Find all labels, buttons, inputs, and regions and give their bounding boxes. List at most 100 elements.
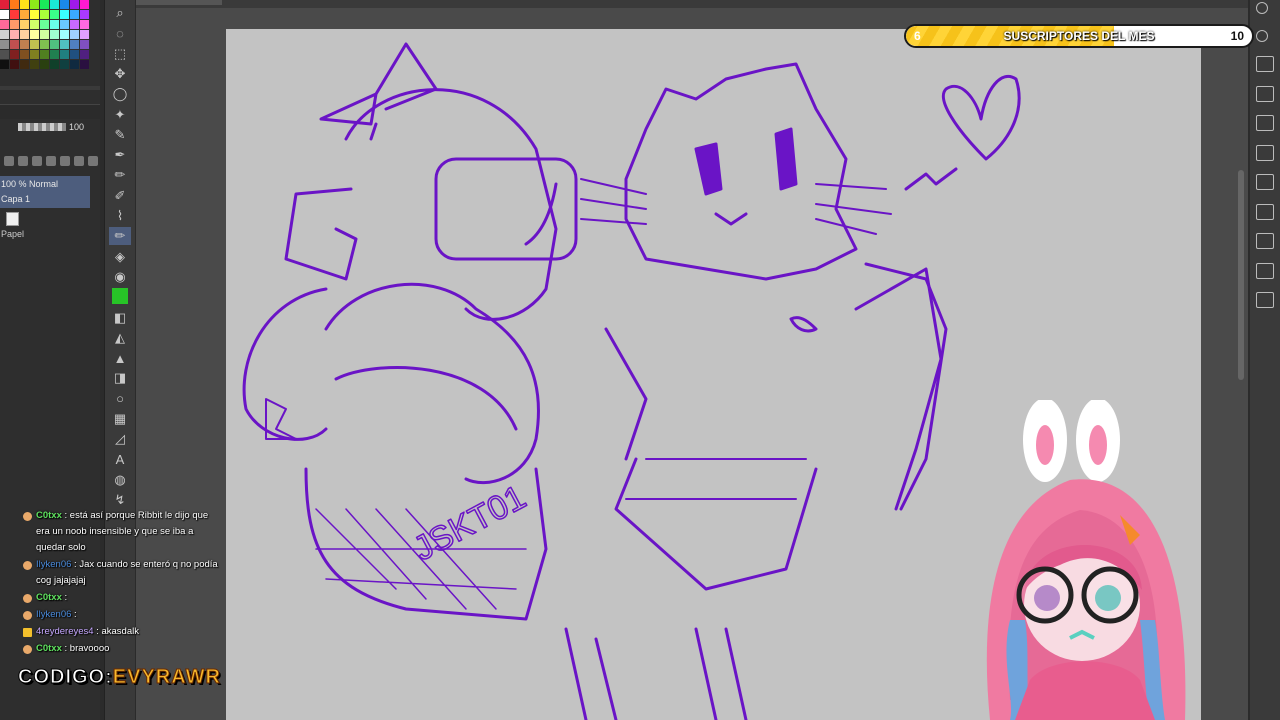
green-color-icon[interactable] bbox=[112, 288, 128, 305]
palette-swatch[interactable] bbox=[60, 40, 70, 50]
palette-swatch[interactable] bbox=[10, 50, 20, 60]
palette-swatch[interactable] bbox=[50, 50, 60, 60]
fill-icon[interactable]: ▲ bbox=[109, 349, 131, 367]
palette-swatch[interactable] bbox=[80, 50, 90, 60]
palette-swatch[interactable] bbox=[70, 20, 80, 30]
new-folder-icon[interactable] bbox=[18, 156, 28, 166]
magic-wand-icon[interactable]: ✦ bbox=[109, 106, 131, 124]
palette-swatch[interactable] bbox=[30, 10, 40, 20]
palette-swatch[interactable] bbox=[0, 60, 10, 70]
fit-icon[interactable] bbox=[1256, 85, 1274, 102]
palette-swatch[interactable] bbox=[50, 30, 60, 40]
navigator-icon[interactable] bbox=[1256, 144, 1274, 161]
palette-swatch[interactable] bbox=[20, 20, 30, 30]
stamp-icon[interactable]: ◉ bbox=[109, 268, 131, 286]
palette-swatch[interactable] bbox=[70, 10, 80, 20]
palette-swatch[interactable] bbox=[20, 10, 30, 20]
palette-swatch[interactable] bbox=[30, 20, 40, 30]
layer-item-capa-1[interactable]: 100 % Normal Capa 1 bbox=[0, 176, 90, 208]
delete-layer-icon[interactable] bbox=[88, 156, 98, 166]
brush-icon[interactable]: ✐ bbox=[109, 187, 131, 205]
palette-swatch[interactable] bbox=[50, 20, 60, 30]
palette-swatch[interactable] bbox=[0, 40, 10, 50]
palette-swatch[interactable] bbox=[40, 0, 50, 10]
palette-swatch[interactable] bbox=[80, 10, 90, 20]
palette-swatch[interactable] bbox=[40, 30, 50, 40]
palette-swatch[interactable] bbox=[70, 40, 80, 50]
export-icon[interactable] bbox=[1256, 233, 1274, 249]
merge-icon[interactable] bbox=[46, 156, 56, 166]
zoom-icon[interactable]: ⌕ bbox=[109, 4, 131, 22]
history-icon[interactable] bbox=[1256, 203, 1274, 220]
correct-line-icon[interactable]: ↯ bbox=[109, 491, 131, 509]
sub-view-icon[interactable] bbox=[1256, 174, 1274, 190]
palette-swatch[interactable] bbox=[60, 20, 70, 30]
palette-swatch[interactable] bbox=[10, 0, 20, 10]
palette-swatch[interactable] bbox=[10, 40, 20, 50]
palette-swatch[interactable] bbox=[70, 60, 80, 70]
palette-swatch[interactable] bbox=[0, 30, 10, 40]
text-icon[interactable]: A bbox=[109, 451, 131, 469]
visibility-icon[interactable] bbox=[74, 156, 84, 166]
ruler-icon[interactable]: ◿ bbox=[109, 430, 131, 448]
document-tab[interactable] bbox=[136, 0, 222, 5]
move-layer-icon[interactable]: ⬚ bbox=[109, 45, 131, 63]
palette-swatch[interactable] bbox=[60, 0, 70, 10]
palette-swatch[interactable] bbox=[50, 0, 60, 10]
palette-swatch[interactable] bbox=[70, 50, 80, 60]
zoom-in-icon[interactable] bbox=[1256, 30, 1268, 42]
palette-swatch[interactable] bbox=[20, 50, 30, 60]
palette-swatch[interactable] bbox=[40, 40, 50, 50]
duplicate-icon[interactable] bbox=[60, 156, 70, 166]
palette-swatch[interactable] bbox=[30, 50, 40, 60]
palette-swatch[interactable] bbox=[60, 60, 70, 70]
palette-swatch[interactable] bbox=[80, 30, 90, 40]
palette-swatch[interactable] bbox=[40, 20, 50, 30]
palette-swatch[interactable] bbox=[40, 10, 50, 20]
gradient-icon[interactable]: ◨ bbox=[109, 369, 131, 387]
palette-swatch[interactable] bbox=[80, 20, 90, 30]
timeline-icon[interactable] bbox=[1256, 292, 1274, 308]
new-layer-icon[interactable] bbox=[4, 156, 14, 166]
pencil-active-icon[interactable]: ✏ bbox=[109, 227, 131, 246]
canvas-scrollbar[interactable] bbox=[1238, 170, 1244, 380]
decoration-icon[interactable]: ◈ bbox=[109, 248, 131, 266]
palette-swatch[interactable] bbox=[10, 60, 20, 70]
eyedropper-icon[interactable]: ✎ bbox=[109, 126, 131, 144]
layer-properties-icon[interactable] bbox=[1256, 115, 1274, 131]
material-icon[interactable] bbox=[1256, 262, 1274, 279]
opacity-row[interactable]: 100 bbox=[0, 120, 100, 134]
pencil-icon[interactable]: ✏ bbox=[109, 166, 131, 184]
eraser-icon[interactable]: ◧ bbox=[109, 309, 131, 327]
pen-icon[interactable]: ✒ bbox=[109, 146, 131, 164]
palette-swatch[interactable] bbox=[20, 0, 30, 10]
palette-swatch[interactable] bbox=[20, 60, 30, 70]
frame-icon[interactable]: ▦ bbox=[109, 410, 131, 428]
palette-swatch[interactable] bbox=[60, 10, 70, 20]
palette-swatch[interactable] bbox=[20, 40, 30, 50]
close-icon[interactable] bbox=[1256, 56, 1274, 72]
palette-swatch[interactable] bbox=[30, 30, 40, 40]
palette-swatch[interactable] bbox=[30, 60, 40, 70]
airbrush-icon[interactable]: ⌇ bbox=[109, 207, 131, 225]
palette-swatch[interactable] bbox=[50, 40, 60, 50]
palette-swatch[interactable] bbox=[10, 30, 20, 40]
palette-swatch[interactable] bbox=[0, 20, 10, 30]
mask-icon[interactable] bbox=[32, 156, 42, 166]
palette-swatch[interactable] bbox=[60, 50, 70, 60]
palette-swatch[interactable] bbox=[70, 30, 80, 40]
move-icon[interactable]: ✥ bbox=[109, 65, 131, 83]
palette-swatch[interactable] bbox=[80, 40, 90, 50]
palette-swatch[interactable] bbox=[10, 20, 20, 30]
color-palette[interactable] bbox=[0, 0, 90, 84]
palette-swatch[interactable] bbox=[40, 60, 50, 70]
lasso-icon[interactable]: ◯ bbox=[109, 85, 131, 103]
opacity-value[interactable]: 100 bbox=[69, 122, 84, 132]
palette-swatch[interactable] bbox=[50, 10, 60, 20]
palette-swatch[interactable] bbox=[30, 0, 40, 10]
palette-swatch[interactable] bbox=[80, 0, 90, 10]
blend-icon[interactable]: ◭ bbox=[109, 329, 131, 347]
opacity-slider[interactable] bbox=[18, 123, 66, 131]
palette-swatch[interactable] bbox=[60, 30, 70, 40]
palette-swatch[interactable] bbox=[80, 60, 90, 70]
